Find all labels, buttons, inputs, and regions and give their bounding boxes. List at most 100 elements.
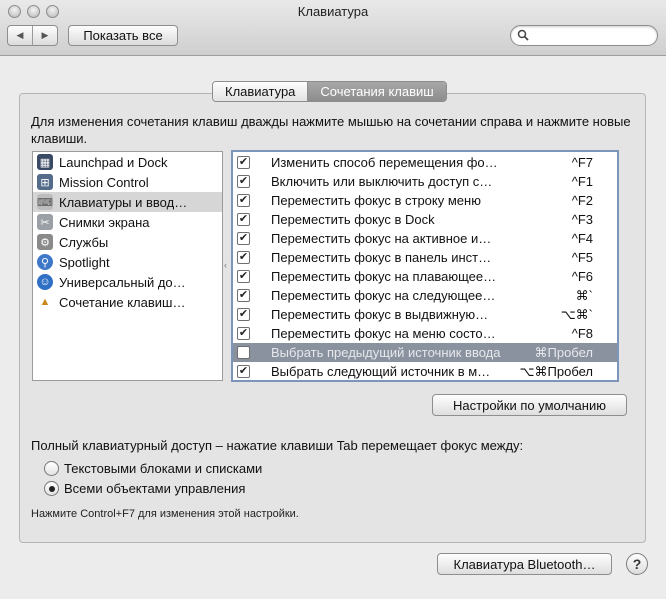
shortcut-list: ✔ Изменить способ перемещения фо… ^F7 ✔ Вклю… [231, 150, 619, 382]
shortcut-title: Переместить фокус на плавающее… [271, 269, 497, 284]
splitter-handle[interactable]: ‹ [224, 260, 227, 270]
category-label: Spotlight [59, 254, 110, 270]
shortcut-key[interactable]: ^F4 [572, 231, 593, 246]
shortcut-checkbox[interactable]: ✔ [237, 213, 250, 226]
shortcut-key[interactable]: ⌘` [576, 288, 593, 304]
shortcut-checkbox[interactable]: ✔ [237, 365, 250, 378]
shortcut-title: Переместить фокус в строку меню [271, 193, 481, 208]
accessibility-icon: ☺ [37, 274, 53, 290]
shortcut-title: Переместить фокус на следующее… [271, 288, 496, 303]
shortcut-checkbox[interactable]: ✔ [237, 194, 250, 207]
shortcut-row[interactable]: ✔ Переместить фокус в Dock ^F3 [233, 210, 617, 229]
screenshot-icon: ✂ [37, 214, 53, 230]
shortcut-checkbox[interactable]: ✔ [237, 327, 250, 340]
category-label: Универсальный до… [59, 274, 186, 290]
category-item[interactable]: ✂ Снимки экрана [33, 212, 222, 232]
shortcut-checkbox[interactable]: ✔ [237, 175, 250, 188]
tab-shortcuts[interactable]: Сочетания клавиш [308, 82, 446, 101]
shortcut-key[interactable]: ^F7 [572, 155, 593, 170]
shortcut-row[interactable]: ✔ Переместить фокус в строку меню ^F2 [233, 191, 617, 210]
shortcut-checkbox[interactable] [237, 346, 250, 359]
radio-text-boxes[interactable]: Текстовыми блоками и списками [44, 461, 262, 476]
category-label: Launchpad и Dock [59, 154, 168, 170]
shortcut-key[interactable]: ^F1 [572, 174, 593, 189]
shortcut-title: Включить или выключить доступ с… [271, 174, 493, 189]
shortcut-title: Переместить фокус на меню состо… [271, 326, 496, 341]
shortcut-title: Изменить способ перемещения фо… [271, 155, 498, 170]
shortcut-key[interactable]: ^F3 [572, 212, 593, 227]
shortcut-key[interactable]: ⌥⌘` [561, 307, 593, 323]
shortcut-row[interactable]: ✔ Переместить фокус на активное и… ^F4 [233, 229, 617, 248]
full-access-note: Нажмите Control+F7 для изменения этой на… [31, 508, 299, 520]
shortcut-checkbox[interactable]: ✔ [237, 270, 250, 283]
shortcut-row[interactable]: ✔ Изменить способ перемещения фо… ^F7 [233, 153, 617, 172]
tab-keyboard[interactable]: Клавиатура [213, 82, 309, 101]
checkmark-icon: ✔ [238, 156, 249, 168]
shortcut-checkbox[interactable]: ✔ [237, 156, 250, 169]
checkmark-icon: ✔ [238, 213, 249, 225]
shortcut-row[interactable]: ✔ Переместить фокус на следующее… ⌘` [233, 286, 617, 305]
full-access-label: Полный клавиатурный доступ – нажатие кла… [31, 438, 524, 453]
checkmark-icon: ✔ [238, 289, 249, 301]
search-icon [517, 29, 529, 41]
shortcut-row[interactable]: ✔ Переместить фокус в выдвижную… ⌥⌘` [233, 305, 617, 324]
checkmark-icon: ✔ [238, 365, 249, 377]
title-bar: Клавиатура ◀ ▶ Показать все [0, 0, 666, 56]
radio-button[interactable] [44, 481, 59, 496]
shortcut-title: Выбрать следующий источник в м… [271, 364, 491, 379]
category-label: Снимки экрана [59, 214, 150, 230]
shortcut-row[interactable]: ✔ Переместить фокус в панель инст… ^F5 [233, 248, 617, 267]
radio-button[interactable] [44, 461, 59, 476]
shortcut-row[interactable]: Выбрать предыдущий источник ввода ⌘Пробел [233, 343, 617, 362]
bluetooth-keyboard-button[interactable]: Клавиатура Bluetooth… [437, 553, 612, 575]
category-item[interactable]: ⚙ Службы [33, 232, 222, 252]
shortcut-title: Переместить фокус в Dock [271, 212, 435, 227]
checkmark-icon: ✔ [238, 232, 249, 244]
shortcut-key[interactable]: ^F5 [572, 250, 593, 265]
checkmark-icon: ✔ [238, 308, 249, 320]
search-input[interactable] [510, 25, 658, 46]
app-shortcuts-icon: ▲ [39, 296, 51, 308]
category-item[interactable]: ▦ Launchpad и Dock [33, 152, 222, 172]
category-item[interactable]: ☺ Универсальный до… [33, 272, 222, 292]
shortcut-key[interactable]: ⌘Пробел [535, 345, 594, 361]
tab-bar: Клавиатура Сочетания клавиш [212, 81, 447, 102]
shortcut-key[interactable]: ^F2 [572, 193, 593, 208]
back-forward-control: ◀ ▶ [7, 25, 58, 46]
shortcut-key[interactable]: ^F8 [572, 326, 593, 341]
shortcut-checkbox[interactable]: ✔ [237, 232, 250, 245]
category-item-selected[interactable]: ⌨ Клавиатуры и ввод… [33, 192, 222, 212]
forward-arrow-icon[interactable]: ▶ [32, 26, 57, 45]
help-button[interactable]: ? [626, 553, 648, 575]
window-title: Клавиатура [297, 4, 369, 19]
spotlight-icon: ⚲ [37, 254, 53, 270]
radio-all-controls[interactable]: Всеми объектами управления [44, 481, 245, 496]
shortcut-row[interactable]: ✔ Включить или выключить доступ с… ^F1 [233, 172, 617, 191]
shortcut-row[interactable]: ✔ Переместить фокус на меню состо… ^F8 [233, 324, 617, 343]
shortcut-checkbox[interactable]: ✔ [237, 251, 250, 264]
services-gear-icon: ⚙ [37, 234, 53, 250]
shortcut-row[interactable]: ✔ Переместить фокус на плавающее… ^F6 [233, 267, 617, 286]
category-item[interactable]: ▲ Сочетание клавиш… [33, 292, 222, 312]
restore-defaults-button[interactable]: Настройки по умолчанию [432, 394, 627, 416]
shortcut-key[interactable]: ^F6 [572, 269, 593, 284]
radio-label: Всеми объектами управления [64, 481, 246, 496]
shortcut-checkbox[interactable]: ✔ [237, 289, 250, 302]
show-all-button[interactable]: Показать все [68, 25, 178, 46]
checkmark-icon: ✔ [238, 251, 249, 263]
shortcut-checkbox[interactable]: ✔ [237, 308, 250, 321]
category-item[interactable]: ⚲ Spotlight [33, 252, 222, 272]
category-label: Клавиатуры и ввод… [59, 194, 188, 210]
shortcut-key[interactable]: ⌥⌘Пробел [520, 364, 593, 380]
shortcut-row[interactable]: ✔ Выбрать следующий источник в м… ⌥⌘Пробел [233, 362, 617, 381]
radio-label: Текстовыми блоками и списками [64, 461, 263, 476]
back-arrow-icon[interactable]: ◀ [8, 26, 32, 45]
category-label: Службы [59, 234, 109, 250]
launchpad-dock-icon: ▦ [37, 154, 53, 170]
instructions-text: Для изменения сочетания клавиш дважды на… [31, 114, 631, 146]
category-item[interactable]: ⊞ Mission Control [33, 172, 222, 192]
category-label: Сочетание клавиш… [59, 294, 186, 310]
shortcut-title: Выбрать предыдущий источник ввода [271, 345, 501, 360]
category-label: Mission Control [59, 174, 149, 190]
checkmark-icon: ✔ [238, 327, 249, 339]
